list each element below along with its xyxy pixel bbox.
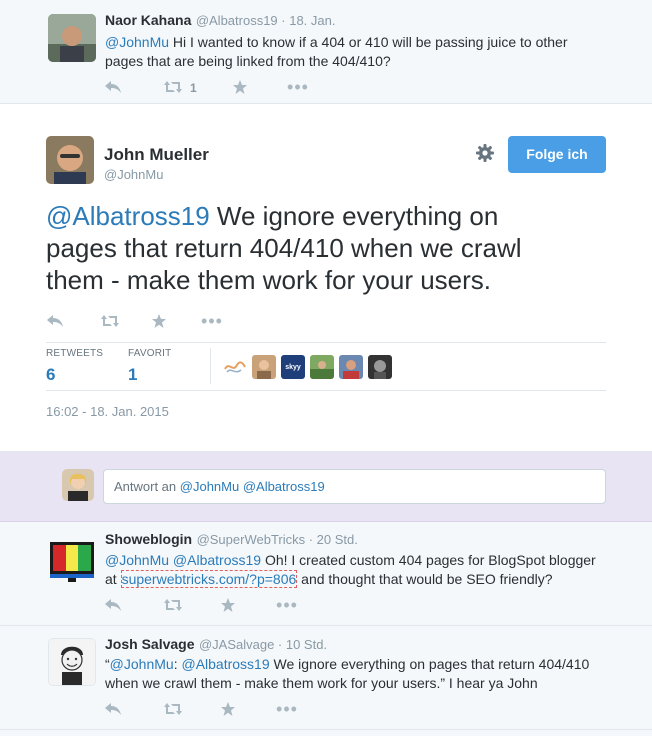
author-meta[interactable]: @SuperWebTricks · 20 Std. bbox=[197, 532, 358, 547]
gear-icon[interactable] bbox=[475, 143, 495, 163]
mention-link[interactable]: @JohnMu bbox=[105, 34, 169, 50]
avatar[interactable] bbox=[46, 136, 94, 184]
retweeter-avatar[interactable] bbox=[368, 355, 392, 379]
retweeter-avatar[interactable] bbox=[310, 355, 334, 379]
favorite-star-icon[interactable] bbox=[151, 313, 173, 329]
timestamp[interactable]: 16:02 - 18. Jan. 2015 bbox=[46, 404, 169, 419]
reply-input[interactable]: Antwort an @JohnMu @Albatross19 bbox=[103, 469, 606, 504]
reply-area: Antwort an @JohnMu @Albatross19 bbox=[0, 452, 652, 522]
mention-link[interactable]: @JohnMu bbox=[110, 656, 174, 672]
favorites-label: FAVORIT bbox=[128, 348, 172, 359]
more-options-icon[interactable]: ••• bbox=[201, 312, 223, 330]
mention-link[interactable]: @Albatross19 bbox=[46, 201, 210, 231]
retweets-label: RETWEETS bbox=[46, 348, 104, 359]
tweet-text: @JohnMu @Albatross19 Oh! I created custo… bbox=[105, 552, 596, 588]
author-meta[interactable]: @JASalvage · 10 Std. bbox=[199, 637, 327, 652]
more-options-icon[interactable]: ••• bbox=[276, 596, 298, 614]
retweet-icon[interactable] bbox=[100, 314, 122, 328]
tweet-text: @JohnMu Hi I wanted to know if a 404 or … bbox=[105, 34, 568, 69]
follow-button[interactable]: Folge ich bbox=[508, 136, 606, 173]
tweet-text: @Albatross19 We ignore everything on pag… bbox=[46, 201, 522, 295]
avatar[interactable] bbox=[48, 14, 96, 62]
reply-input-mentions: @JohnMu @Albatross19 bbox=[179, 479, 325, 494]
reply-input-prefix: Antwort an bbox=[114, 479, 180, 494]
author-name[interactable]: Naor Kahana bbox=[105, 12, 191, 28]
retweets-stat[interactable]: RETWEETS 6 bbox=[46, 348, 103, 385]
reply-icon[interactable] bbox=[104, 598, 126, 612]
reply-icon[interactable] bbox=[104, 702, 126, 716]
avatar-image bbox=[50, 542, 94, 582]
favorites-stat[interactable]: FAVORIT 1 bbox=[128, 348, 171, 385]
retweeter-avatar-label: skyy bbox=[285, 364, 301, 371]
tweet-josh[interactable]: Josh Salvage @JASalvage · 10 Std. “@John… bbox=[0, 626, 652, 730]
avatar-image bbox=[48, 14, 96, 62]
reply-icon[interactable] bbox=[104, 80, 126, 94]
current-user-avatar bbox=[62, 469, 94, 501]
mention-link[interactable]: @Albatross19 bbox=[181, 656, 269, 672]
stats-divider-top bbox=[46, 342, 606, 343]
retweeter-avatar[interactable] bbox=[252, 355, 276, 379]
author-name[interactable]: John Mueller bbox=[104, 145, 209, 165]
tweet-main: John Mueller @JohnMu Folge ich @Albatros… bbox=[0, 104, 652, 452]
author-meta[interactable]: @Albatross19 · 18. Jan. bbox=[196, 13, 336, 28]
retweeter-avatar[interactable] bbox=[339, 355, 363, 379]
avatar-image bbox=[46, 136, 94, 184]
avatar[interactable] bbox=[48, 638, 96, 686]
reply-icon[interactable] bbox=[46, 314, 68, 328]
retweet-count: 1 bbox=[190, 81, 197, 95]
stats-divider-bottom bbox=[46, 390, 606, 391]
url-link[interactable]: superwebtricks.com/?p=806 bbox=[120, 570, 298, 588]
author-name[interactable]: Josh Salvage bbox=[105, 636, 195, 652]
mention-link[interactable]: @JohnMu @Albatross19 bbox=[105, 552, 261, 568]
favorite-star-icon[interactable] bbox=[220, 597, 242, 613]
avatar-image bbox=[49, 639, 95, 685]
stats-separator bbox=[210, 348, 211, 384]
timeline-continuation bbox=[0, 730, 652, 736]
more-options-icon[interactable]: ••• bbox=[276, 700, 298, 718]
retweet-icon[interactable] bbox=[163, 702, 185, 716]
favorite-star-icon[interactable] bbox=[232, 79, 254, 95]
retweeter-avatar[interactable] bbox=[223, 355, 247, 379]
tweet-text: “@JohnMu: @Albatross19 We ignore everyth… bbox=[105, 656, 590, 691]
author-handle[interactable]: @JohnMu bbox=[104, 167, 163, 182]
retweets-value: 6 bbox=[46, 365, 56, 384]
more-options-icon[interactable]: ••• bbox=[287, 78, 309, 96]
favorite-star-icon[interactable] bbox=[220, 701, 242, 717]
favorites-value: 1 bbox=[128, 365, 138, 384]
retweet-icon[interactable] bbox=[163, 80, 185, 94]
retweeter-avatar[interactable]: skyy bbox=[281, 355, 305, 379]
author-name[interactable]: Showeblogin bbox=[105, 531, 192, 547]
retweet-icon[interactable] bbox=[163, 598, 185, 612]
tweet-showeblogin[interactable]: Showeblogin @SuperWebTricks · 20 Std. @J… bbox=[0, 522, 652, 626]
avatar[interactable] bbox=[48, 536, 96, 584]
tweet-naor[interactable]: Naor Kahana @Albatross19 · 18. Jan. @Joh… bbox=[0, 0, 652, 104]
